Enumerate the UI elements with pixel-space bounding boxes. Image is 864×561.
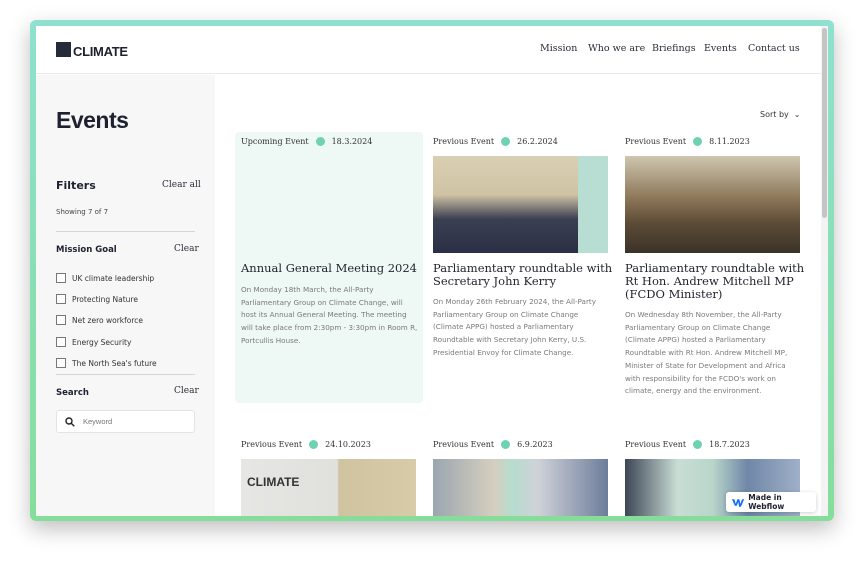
clear-mission-goal-button[interactable]: Clear xyxy=(174,244,199,254)
divider xyxy=(56,231,195,232)
status-dot xyxy=(315,137,325,146)
results-count: Showing 7 of 7 xyxy=(56,208,109,216)
webflow-badge-label: Made in Webflow xyxy=(748,493,785,511)
event-description: On Monday 18th March, the All-Party Parl… xyxy=(241,285,418,345)
search-box[interactable] xyxy=(56,410,195,433)
event-meta: Previous Event 26.2.2024 xyxy=(433,137,558,146)
event-meta: Previous Event 18.7.2023 xyxy=(625,440,750,449)
event-title[interactable]: Annual General Meeting 2024 xyxy=(241,262,421,275)
filter-sidebar: Events Filters Clear all Showing 7 of 7 … xyxy=(36,75,215,516)
event-type: Previous Event xyxy=(433,137,495,146)
event-meta: Previous Event 24.10.2023 xyxy=(241,440,371,449)
nav-briefings[interactable]: Briefings xyxy=(652,43,696,54)
search-input[interactable] xyxy=(83,417,173,426)
checkbox-label: Protecting Nature xyxy=(72,294,138,304)
nav-who-we-are[interactable]: Who we are xyxy=(588,43,645,54)
status-dot xyxy=(501,440,511,449)
clear-all-button[interactable]: Clear all xyxy=(162,180,201,190)
event-date: 26.2.2024 xyxy=(517,137,558,146)
page-window: CLIMATE Mission Who we are Briefings Eve… xyxy=(36,26,828,516)
event-type: Previous Event xyxy=(433,440,495,449)
checkbox-protecting-nature[interactable]: Protecting Nature xyxy=(56,294,138,304)
event-date: 8.11.2023 xyxy=(709,137,750,146)
nav-events[interactable]: Events xyxy=(704,43,737,54)
status-dot xyxy=(309,440,319,449)
event-photo[interactable]: CLIMATE xyxy=(241,459,416,516)
checkbox-label: Net zero workforce xyxy=(72,315,144,325)
logo-mark xyxy=(56,42,71,57)
filters-heading: Filters xyxy=(56,179,96,192)
checkbox[interactable] xyxy=(56,315,66,325)
event-type: Previous Event xyxy=(625,440,687,449)
nav-contact-us[interactable]: Contact us xyxy=(748,43,800,54)
event-type: Previous Event xyxy=(241,440,303,449)
event-type: Upcoming Event xyxy=(241,137,309,146)
checkbox-label: UK climate leadership xyxy=(72,273,155,283)
status-dot xyxy=(693,440,703,449)
logo-text: CLIMATE xyxy=(73,44,128,59)
event-title[interactable]: Parliamentary roundtable with Secretary … xyxy=(433,262,613,288)
event-photo[interactable] xyxy=(625,156,800,253)
event-date: 6.9.2023 xyxy=(517,440,553,449)
event-date: 18.3.2024 xyxy=(331,137,373,146)
webflow-logo-icon xyxy=(732,498,745,507)
status-dot xyxy=(693,137,703,146)
clear-search-button[interactable]: Clear xyxy=(174,386,199,396)
scrollbar[interactable] xyxy=(821,26,828,516)
event-photo[interactable] xyxy=(433,459,608,516)
event-photo[interactable] xyxy=(433,156,608,253)
checkbox[interactable] xyxy=(56,358,66,368)
made-in-webflow-badge[interactable]: Made in Webflow xyxy=(726,492,816,512)
chevron-down-icon: ⌄ xyxy=(793,110,801,119)
checkbox-north-sea-future[interactable]: The North Sea's future xyxy=(56,358,157,368)
nav-mission[interactable]: Mission xyxy=(540,43,577,54)
page-title: Events xyxy=(56,107,129,133)
divider xyxy=(56,374,195,375)
event-meta: Previous Event 8.11.2023 xyxy=(625,137,750,146)
search-heading: Search xyxy=(56,388,89,398)
site-header: CLIMATE Mission Who we are Briefings Eve… xyxy=(36,26,821,74)
checkbox[interactable] xyxy=(56,337,66,347)
checkbox[interactable] xyxy=(56,294,66,304)
scrollbar-thumb[interactable] xyxy=(822,28,827,218)
sort-dropdown[interactable]: Sort by ⌄ xyxy=(760,110,800,119)
sort-label: Sort by xyxy=(760,110,789,119)
event-date: 18.7.2023 xyxy=(709,440,750,449)
event-card[interactable]: Upcoming Event 18.3.2024 Annual General M… xyxy=(235,132,423,403)
event-description: On Monday 26th February 2024, the All-Pa… xyxy=(433,297,596,357)
checkbox-label: Energy Security xyxy=(72,337,132,347)
logo[interactable]: CLIMATE xyxy=(56,42,128,59)
event-date: 24.10.2023 xyxy=(325,440,371,449)
mission-goal-heading: Mission Goal xyxy=(56,245,117,255)
checkbox-uk-climate-leadership[interactable]: UK climate leadership xyxy=(56,273,154,283)
search-icon xyxy=(65,416,75,427)
event-description: On Wednesday 8th November, the All-Party… xyxy=(625,310,788,396)
checkbox[interactable] xyxy=(56,273,66,283)
event-meta: Previous Event 6.9.2023 xyxy=(433,440,553,449)
event-title[interactable]: Parliamentary roundtable with Rt Hon. An… xyxy=(625,262,805,301)
checkbox-label: The North Sea's future xyxy=(72,358,157,368)
status-dot xyxy=(501,137,511,146)
checkbox-net-zero-workforce[interactable]: Net zero workforce xyxy=(56,315,143,325)
event-meta: Upcoming Event 18.3.2024 xyxy=(241,137,372,146)
event-type: Previous Event xyxy=(625,137,687,146)
photo-banner-text: CLIMATE xyxy=(247,475,300,489)
checkbox-energy-security[interactable]: Energy Security xyxy=(56,337,131,347)
